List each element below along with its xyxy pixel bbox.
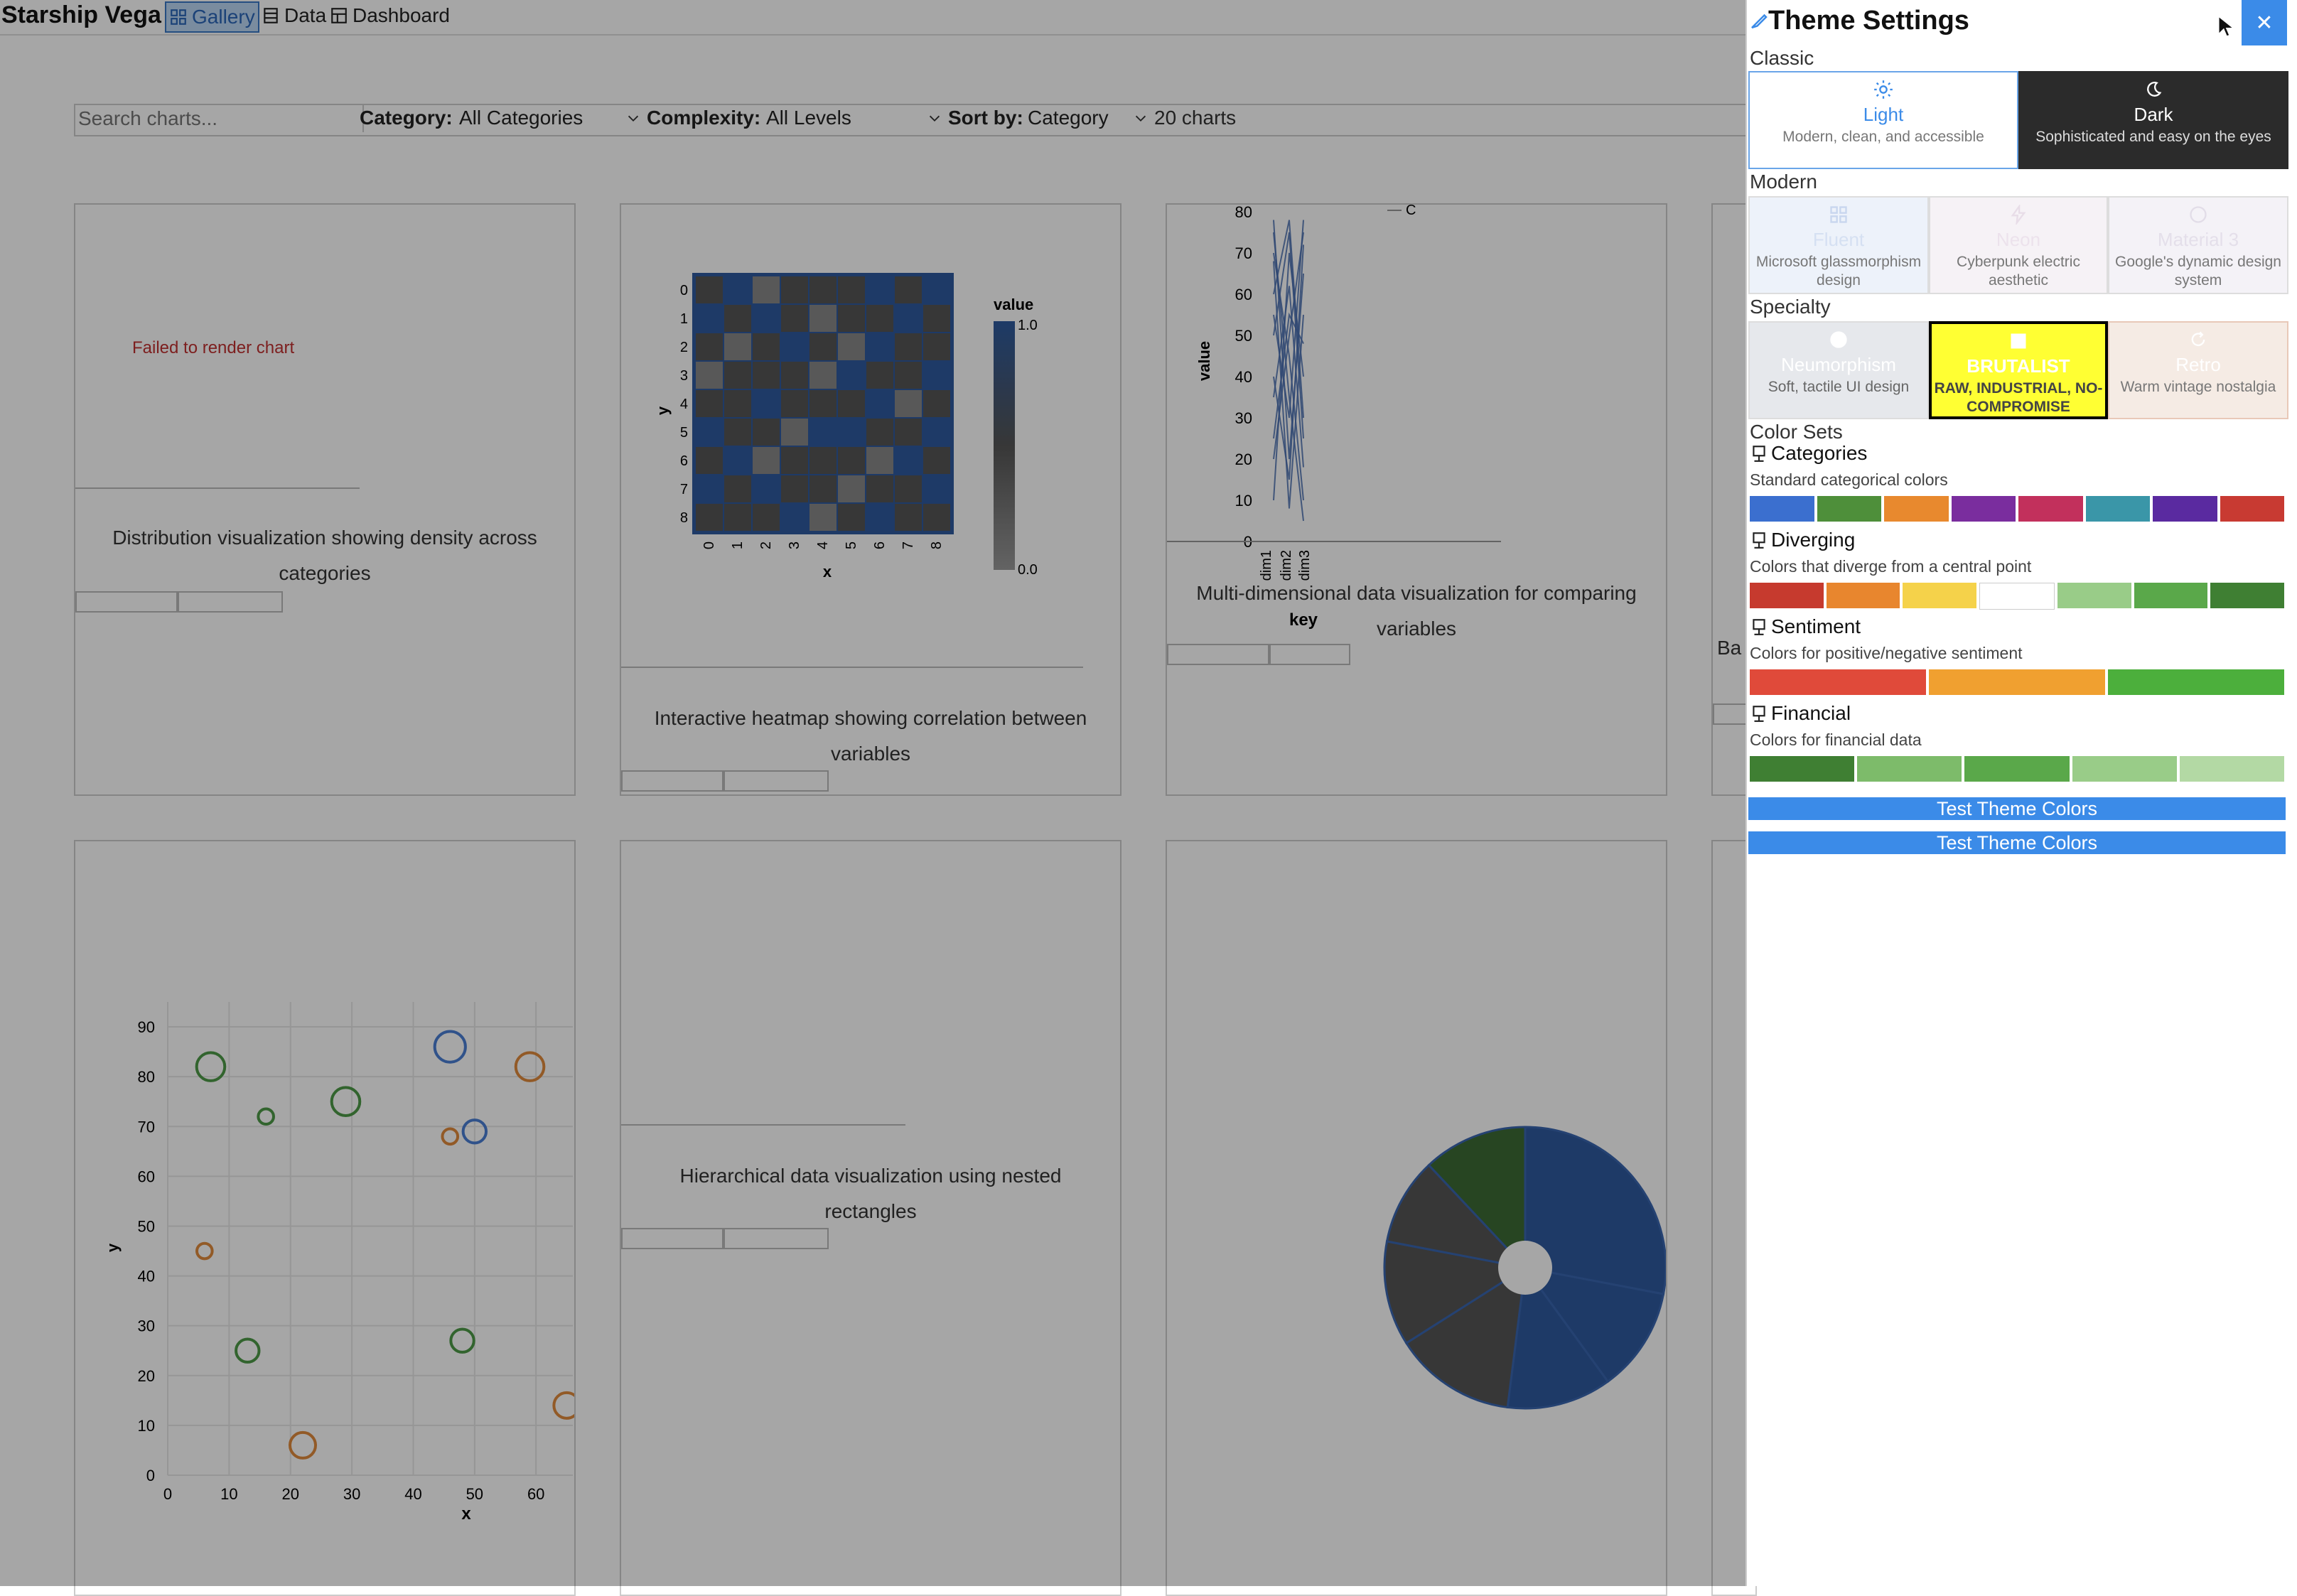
color-set-header[interactable]: Sentiment — [1750, 615, 1861, 638]
color-swatch[interactable] — [1884, 496, 1949, 522]
color-swatch[interactable] — [2153, 496, 2217, 522]
theme-name: Dark — [2134, 104, 2173, 125]
color-set-name: Diverging — [1771, 529, 1856, 551]
color-swatch[interactable] — [2134, 583, 2208, 608]
test-theme-colors-button[interactable]: Test Theme Colors — [1748, 831, 2286, 854]
color-set-name: Financial — [1771, 702, 1851, 724]
theme-name: Retro — [2175, 354, 2221, 375]
brush-icon — [1751, 14, 1768, 29]
moon-icon — [2147, 82, 2162, 97]
close-button[interactable]: ✕ — [2242, 0, 2287, 45]
color-swatch[interactable] — [2179, 756, 2285, 782]
theme-description: Cyberpunk electric aesthetic — [1957, 254, 2080, 289]
test-theme-colors-button[interactable]: Test Theme Colors — [1748, 797, 2286, 820]
theme-brutalist[interactable]: BRUTALIST RAW, INDUSTRIAL, NO-COMPROMISE — [1929, 321, 2108, 419]
refresh-icon — [2191, 331, 2205, 346]
theme-description: RAW, INDUSTRIAL, NO-COMPROMISE — [1934, 380, 2103, 415]
color-swatches[interactable] — [1750, 496, 2284, 522]
theme-description: Soft, tactile UI design — [1768, 379, 1910, 395]
color-set-header[interactable]: Categories — [1750, 442, 1867, 465]
theme-neon[interactable]: Neon Cyberpunk electric aesthetic — [1929, 196, 2108, 294]
theme-name: Neumorphism — [1781, 354, 1896, 375]
theme-description: Modern, clean, and accessible — [1782, 129, 1984, 145]
theme-name: Fluent — [1812, 229, 1865, 250]
sun-icon — [1874, 80, 1893, 99]
modal-backdrop[interactable] — [0, 0, 1745, 1586]
theme-material-3[interactable]: Material 3 Google's dynamic design syste… — [2108, 196, 2288, 294]
color-set-name: Sentiment — [1771, 615, 1861, 637]
section-title-classic: Classic — [1750, 47, 1814, 69]
color-swatch[interactable] — [1750, 756, 1855, 782]
theme-name: Light — [1863, 104, 1904, 125]
theme-description: Google's dynamic design system — [2115, 254, 2281, 289]
color-swatch[interactable] — [1857, 756, 1962, 782]
color-set-header[interactable]: Financial — [1750, 702, 1851, 725]
circle-icon — [1830, 331, 1847, 348]
categories-icon — [1753, 446, 1765, 462]
theme-name: BRUTALIST — [1967, 355, 2070, 377]
color-swatch[interactable] — [2072, 756, 2177, 782]
color-set-header[interactable]: Diverging — [1750, 529, 1855, 551]
sentiment-icon — [1753, 619, 1765, 635]
section-title-specialty: Specialty — [1750, 296, 1831, 318]
color-swatch[interactable] — [1826, 583, 1900, 608]
diverging-icon — [1753, 532, 1765, 549]
color-swatch[interactable] — [1750, 583, 1824, 608]
theme-name: Material 3 — [2157, 229, 2239, 250]
color-set-description: Colors for positive/negative sentiment — [1750, 644, 2023, 662]
financial-icon — [1753, 706, 1765, 722]
color-swatch[interactable] — [2108, 669, 2284, 695]
mouse-cursor-icon — [2217, 15, 2236, 38]
color-swatches[interactable] — [1750, 756, 2285, 782]
palette-icon — [2190, 206, 2207, 223]
color-swatch[interactable] — [2018, 496, 2083, 522]
color-swatch[interactable] — [1750, 669, 1926, 695]
theme-retro[interactable]: Retro Warm vintage nostalgia — [2108, 321, 2288, 419]
theme-name: Neon — [1996, 229, 2041, 250]
color-swatch[interactable] — [1951, 496, 2016, 522]
bolt-icon — [2011, 205, 2026, 225]
color-swatch[interactable] — [1979, 583, 2055, 610]
grid-icon — [1830, 206, 1847, 223]
theme-description: Warm vintage nostalgia — [2120, 379, 2276, 395]
square-icon — [2011, 333, 2026, 349]
theme-light[interactable]: Light Modern, clean, and accessible — [1748, 71, 2018, 169]
color-swatches[interactable] — [1750, 669, 2284, 695]
theme-dark[interactable]: Dark Sophisticated and easy on the eyes — [2018, 71, 2288, 169]
color-set-description: Colors for financial data — [1750, 730, 1922, 749]
color-swatch[interactable] — [1817, 496, 1881, 522]
section-title-modern: Modern — [1750, 171, 1817, 193]
color-swatch[interactable] — [1964, 756, 2070, 782]
color-swatch[interactable] — [2220, 496, 2284, 522]
color-swatch[interactable] — [2210, 583, 2285, 608]
color-set-name: Categories — [1771, 442, 1868, 464]
panel-title: Theme Settings — [1768, 6, 1969, 36]
theme-description: Sophisticated and easy on the eyes — [2035, 129, 2271, 145]
section-title-color-sets: Color Sets — [1750, 421, 1843, 443]
theme-description: Microsoft glassmorphism design — [1755, 254, 1922, 289]
theme-neumorphism[interactable]: Neumorphism Soft, tactile UI design — [1748, 321, 1929, 419]
color-swatches[interactable] — [1750, 583, 2285, 610]
color-swatch[interactable] — [1750, 496, 1814, 522]
theme-fluent[interactable]: Fluent Microsoft glassmorphism design — [1748, 196, 1929, 294]
color-swatch[interactable] — [2057, 583, 2131, 608]
color-set-description: Colors that diverge from a central point — [1750, 557, 2032, 576]
color-swatch[interactable] — [1929, 669, 2105, 695]
theme-settings-panel: Theme Settings ✕ Classic Light Modern, c… — [1745, 0, 2297, 1586]
color-swatch[interactable] — [2085, 496, 2150, 522]
color-swatch[interactable] — [1903, 583, 1977, 608]
color-set-description: Standard categorical colors — [1750, 470, 1948, 489]
